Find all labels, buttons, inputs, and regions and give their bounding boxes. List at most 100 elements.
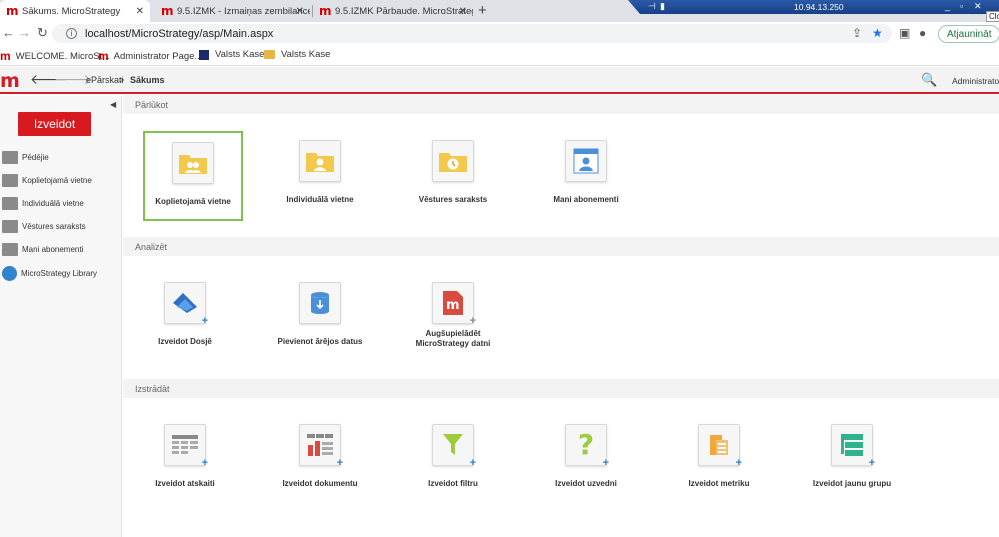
create-button[interactable]: Izveidot (18, 112, 91, 136)
tile-label: Izveidot jaunu grupu (812, 479, 892, 488)
new-tab-icon[interactable]: + (478, 2, 487, 19)
tile-label: Izveidot Dosjē (158, 337, 212, 346)
minimize-icon[interactable]: _ (945, 1, 950, 11)
sidebar-item-history[interactable]: Vēstures saraksts (2, 218, 86, 234)
restore-icon[interactable]: ▫ (960, 1, 963, 11)
left-panel: ◀ Izveidot Pēdējie Koplietojamā vietne I… (0, 96, 122, 537)
custom-group-icon: + (831, 424, 875, 469)
tile-label: Izveidot atskaiti (155, 479, 215, 488)
bookmark[interactable]: m Administrator Page... (98, 49, 202, 63)
dossier-icon: + (164, 282, 208, 327)
sidebar-item-recent[interactable]: Pēdējie (2, 149, 49, 165)
close-icon[interactable]: ✕ (459, 6, 467, 17)
tab-title: 9.5.IZMK - Izmaiņas zembilances (177, 5, 310, 17)
sidebar-item-label: Pēdējie (22, 152, 49, 162)
tile-history-list[interactable]: Vēstures saraksts (403, 140, 503, 205)
close-icon[interactable]: ✕ (296, 6, 304, 17)
tile-create-metric[interactable]: + Izveidot metriku (669, 424, 769, 489)
microstrategy-favicon-icon: m (0, 49, 11, 63)
bookmark-label: Valsts Kase (215, 49, 265, 60)
browser-tab[interactable]: m 9.5.IZMK - Izmaiņas zembilances ✕ (155, 0, 310, 22)
close-window-icon[interactable]: ✕ (974, 1, 982, 12)
url-field[interactable]: i localhost/MicroStrategy/asp/Main.aspx (52, 24, 892, 43)
reload-icon[interactable]: ↻ (37, 25, 48, 41)
tile-upload-microstrategy-file[interactable]: m + Augšupielādēt MicroStrategy datni (403, 282, 503, 349)
profile-icon[interactable]: ● (919, 26, 926, 40)
plus-icon: + (336, 457, 343, 469)
pin-icon[interactable]: ⊣ (648, 1, 656, 12)
plus-icon: + (735, 457, 742, 469)
update-button[interactable]: Atjaunināt (938, 25, 999, 43)
microstrategy-logo-icon[interactable]: m (0, 70, 20, 92)
tile-label: Izveidot filtru (428, 479, 478, 488)
create-button-label: Izveidot (33, 117, 76, 131)
bookmarks-bar: m WELCOME. MicroSt... m Administrator Pa… (0, 45, 999, 66)
bookmark[interactable]: Valsts Kase (199, 49, 264, 60)
tile-label: Mani abonementi (553, 195, 619, 204)
tile-create-filter[interactable]: + Izveidot filtru (403, 424, 503, 489)
shared-folder-icon (172, 142, 214, 184)
folder-icon (264, 50, 275, 59)
microstrategy-favicon-icon: m (319, 3, 332, 18)
tab-title: Sākums. MicroStrategy (22, 5, 121, 17)
tile-shared-reports[interactable]: Koplietojamā vietne (143, 131, 243, 221)
clock-icon (2, 150, 18, 164)
collapse-panel-icon[interactable]: ◀ (110, 100, 116, 109)
subscription-icon (2, 242, 18, 256)
share-icon[interactable]: ⇪ (852, 26, 862, 40)
browser-tab-active[interactable]: m Sākums. MicroStrategy ✕ (0, 0, 150, 22)
tile-create-custom-group[interactable]: + Izveidot jaunu grupu (802, 424, 902, 489)
question-mark-icon: ? (577, 428, 595, 461)
tile-add-external-data[interactable]: Pievienot ārējos datus (270, 282, 370, 347)
tile-label: Pievienot ārējos datus (277, 337, 363, 346)
plus-icon: + (868, 457, 875, 469)
sidebar-item-library[interactable]: MicroStrategy Library (2, 265, 97, 281)
tile-label: Izveidot uzvedni (555, 479, 617, 488)
tile-create-report[interactable]: + Izveidot atskaiti (135, 424, 235, 489)
tab-title: 9.5.IZMK Pārbaude. MicroStrategy (335, 5, 473, 17)
database-icon (299, 282, 341, 324)
sidebar-item-label: Koplietojamā vietne (22, 175, 92, 185)
update-label: Atjaunināt (947, 28, 992, 40)
section-title: Pārlūkot (135, 99, 169, 110)
sidebar-item-personal[interactable]: Individuālā vietne (2, 195, 84, 211)
prompt-icon: ? + (565, 424, 609, 469)
tile-create-document[interactable]: + Izveidot dokumentu (270, 424, 370, 489)
library-icon (2, 265, 17, 281)
back-icon[interactable]: ← (2, 25, 15, 40)
forward-icon[interactable]: → (18, 25, 31, 40)
tile-my-reports[interactable]: Individuālā vietne (270, 140, 370, 205)
tile-label: Izveidot metriku (688, 479, 750, 488)
url-text: localhost/MicroStrategy/asp/Main.aspx (85, 27, 274, 40)
close-icon[interactable]: ✕ (136, 6, 144, 17)
tile-my-subscriptions[interactable]: Mani abonementi (536, 140, 636, 205)
star-icon[interactable]: ★ (872, 26, 883, 40)
section-header-browse: Pārlūkot (123, 95, 999, 114)
microstrategy-favicon-icon: m (161, 3, 174, 18)
app-header: m 🡐 🡒 ePārskati > Sākums 🔍 Administrator (0, 67, 999, 94)
sidebar-item-shared[interactable]: Koplietojamā vietne (2, 172, 92, 188)
breadcrumb-separator: > (119, 75, 125, 85)
plus-icon: + (201, 457, 208, 469)
user-menu[interactable]: Administrator (952, 76, 999, 86)
breadcrumb-parent[interactable]: ePārskati (86, 75, 124, 85)
document-icon: + (299, 424, 343, 469)
sidepanel-icon[interactable]: ▣ (899, 26, 910, 40)
sidebar-item-label: Individuālā vietne (22, 198, 84, 208)
tile-create-prompt[interactable]: ? + Izveidot uzvedni (536, 424, 636, 489)
metric-icon: + (698, 424, 742, 469)
plus-icon: + (469, 457, 476, 469)
microstrategy-favicon-icon: m (98, 49, 109, 63)
tile-create-dossier[interactable]: + Izveidot Dosjē (135, 282, 235, 347)
bookmark[interactable]: m WELCOME. MicroSt... (0, 49, 110, 63)
svg-text:m: m (446, 298, 460, 313)
search-icon[interactable]: 🔍 (921, 72, 937, 88)
browser-tab[interactable]: m 9.5.IZMK Pārbaude. MicroStrategy ✕ (313, 0, 473, 22)
info-icon[interactable]: i (66, 28, 77, 39)
plus-icon: + (201, 315, 208, 327)
address-bar: ← → ↻ i localhost/MicroStrategy/asp/Main… (0, 22, 999, 45)
sidebar-item-subscriptions[interactable]: Mani abonementi (2, 241, 83, 257)
breadcrumb-current: Sākums (130, 75, 165, 85)
bookmark-label: WELCOME. MicroSt... (15, 50, 111, 62)
bookmark[interactable]: Valsts Kase (264, 49, 330, 60)
